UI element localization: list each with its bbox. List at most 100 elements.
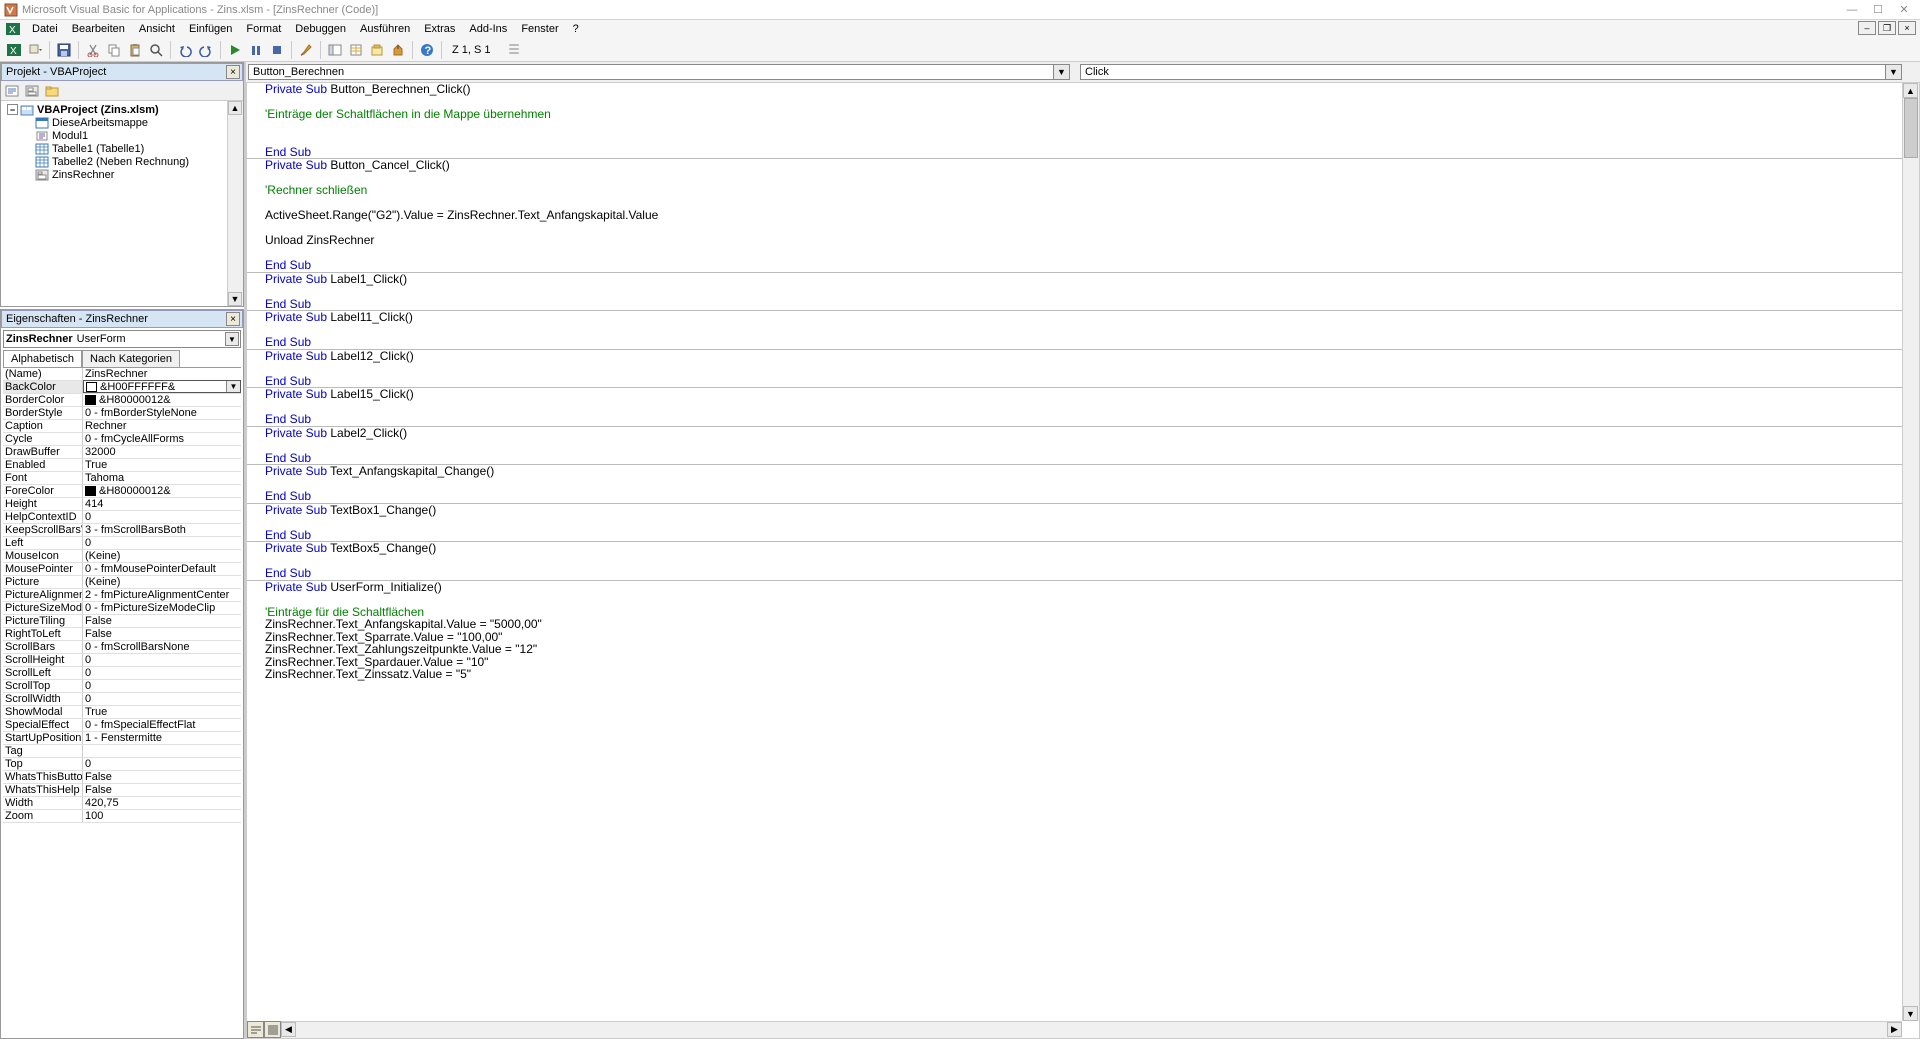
code-line[interactable]: Private Sub UserForm_Initialize()	[247, 581, 1902, 594]
scroll-up-icon[interactable]: ▲	[228, 101, 242, 115]
tree-item[interactable]: DieseArbeitsmappe	[3, 116, 243, 129]
code-line[interactable]: Unload ZinsRechner	[247, 234, 1902, 247]
code-line[interactable]	[247, 439, 1902, 452]
code-line[interactable]	[247, 362, 1902, 375]
property-row[interactable]: DrawBuffer32000	[3, 446, 241, 459]
tree-item[interactable]: Tabelle2 (Neben Rechnung)	[3, 155, 243, 168]
property-row[interactable]: WhatsThisButtonFalse	[3, 771, 241, 784]
code-line[interactable]: ZinsRechner.Text_Spardauer.Value = "10"	[247, 656, 1902, 669]
property-row[interactable]: MousePointer0 - fmMousePointerDefault	[3, 563, 241, 576]
tree-item[interactable]: Modul1	[3, 129, 243, 142]
properties-object-combo[interactable]: ZinsRechner UserForm ▼	[3, 330, 241, 348]
code-line[interactable]: Private Sub Label11_Click()	[247, 311, 1902, 324]
code-line[interactable]: End Sub	[247, 490, 1902, 503]
property-value[interactable]: 3 - fmScrollBarsBoth	[83, 524, 241, 536]
code-line[interactable]: End Sub	[247, 452, 1902, 465]
scroll-thumb[interactable]	[1904, 98, 1918, 158]
code-line[interactable]	[247, 324, 1902, 337]
code-line[interactable]: Private Sub Button_Cancel_Click()	[247, 159, 1902, 172]
property-value[interactable]: False	[83, 615, 241, 627]
excel-icon[interactable]: X	[4, 21, 22, 37]
code-line[interactable]	[247, 478, 1902, 491]
chevron-down-icon[interactable]: ▼	[1885, 65, 1901, 79]
procedure-view-button[interactable]	[247, 1021, 264, 1038]
code-line[interactable]	[247, 593, 1902, 606]
code-line[interactable]: ZinsRechner.Text_Zahlungszeitpunkte.Valu…	[247, 643, 1902, 656]
property-row[interactable]: Top0	[3, 758, 241, 771]
menu-fenster[interactable]: Fenster	[514, 21, 565, 37]
property-row[interactable]: Height414	[3, 498, 241, 511]
property-value[interactable]: &H00FFFFFF&▼	[83, 380, 241, 393]
property-row[interactable]: Cycle0 - fmCycleAllForms	[3, 433, 241, 446]
menu-ausfuehren[interactable]: Ausführen	[353, 21, 417, 37]
menu-einfuegen[interactable]: Einfügen	[182, 21, 239, 37]
property-value[interactable]: ZinsRechner	[83, 368, 241, 380]
property-row[interactable]: ScrollTop0	[3, 680, 241, 693]
code-line[interactable]: Private Sub Label1_Click()	[247, 273, 1902, 286]
object-browser-button[interactable]	[367, 40, 387, 60]
property-value[interactable]: Rechner	[83, 420, 241, 432]
code-editor[interactable]: Private Sub Button_Berechnen_Click() 'Ei…	[247, 83, 1902, 1021]
property-row[interactable]: BackColor&H00FFFFFF&▼	[3, 381, 241, 394]
project-scrollbar[interactable]: ▲ ▼	[227, 101, 243, 306]
property-row[interactable]: SpecialEffect0 - fmSpecialEffectFlat	[3, 719, 241, 732]
property-value[interactable]: 0 - fmScrollBarsNone	[83, 641, 241, 653]
property-row[interactable]: PictureTilingFalse	[3, 615, 241, 628]
menu-format[interactable]: Format	[239, 21, 288, 37]
code-line[interactable]	[247, 285, 1902, 298]
code-line[interactable]: Private Sub TextBox5_Change()	[247, 542, 1902, 555]
maximize-button[interactable]: ☐	[1866, 2, 1890, 18]
tab-nach-kategorien[interactable]: Nach Kategorien	[82, 350, 180, 367]
scroll-left-icon[interactable]: ◀	[281, 1022, 296, 1037]
property-row[interactable]: Width420,75	[3, 797, 241, 810]
chevron-down-icon[interactable]: ▼	[1053, 65, 1069, 79]
project-panel-close-button[interactable]: ×	[226, 65, 240, 79]
property-value[interactable]: 0	[83, 758, 241, 770]
project-panel-title[interactable]: Projekt - VBAProject ×	[1, 63, 243, 81]
property-value[interactable]: 0 - fmPictureSizeModeClip	[83, 602, 241, 614]
property-row[interactable]: PictureSizeMode0 - fmPictureSizeModeClip	[3, 602, 241, 615]
toggle-folders-button[interactable]	[43, 82, 61, 100]
property-row[interactable]: MouseIcon(Keine)	[3, 550, 241, 563]
property-value[interactable]: 0 - fmBorderStyleNone	[83, 407, 241, 419]
view-excel-button[interactable]: X	[4, 40, 24, 60]
close-button[interactable]: ✕	[1892, 2, 1916, 18]
find-button[interactable]	[146, 40, 166, 60]
property-value[interactable]: 0	[83, 667, 241, 679]
view-object-button[interactable]	[23, 82, 41, 100]
full-module-view-button[interactable]	[264, 1021, 281, 1038]
code-line[interactable]	[247, 121, 1902, 134]
save-button[interactable]	[54, 40, 74, 60]
project-tree[interactable]: − VBAProject (Zins.xlsm) DieseArbeitsmap…	[1, 101, 243, 306]
code-line[interactable]	[247, 401, 1902, 414]
property-value[interactable]: 1 - Fenstermitte	[83, 732, 241, 744]
property-row[interactable]: Zoom100	[3, 810, 241, 823]
property-row[interactable]: Tag	[3, 745, 241, 758]
property-value[interactable]: (Keine)	[83, 550, 241, 562]
properties-grid[interactable]: (Name)ZinsRechnerBackColor&H00FFFFFF&▼Bo…	[3, 367, 241, 1036]
code-line[interactable]: ZinsRechner.Text_Anfangskapital.Value = …	[247, 618, 1902, 631]
property-row[interactable]: Left0	[3, 537, 241, 550]
tab-alphabetisch[interactable]: Alphabetisch	[3, 350, 82, 367]
design-mode-button[interactable]	[296, 40, 316, 60]
code-line[interactable]: Private Sub Text_Anfangskapital_Change()	[247, 465, 1902, 478]
menu-debuggen[interactable]: Debuggen	[288, 21, 353, 37]
property-value[interactable]: 0	[83, 511, 241, 523]
undo-button[interactable]	[175, 40, 195, 60]
code-line[interactable]: Private Sub TextBox1_Change()	[247, 504, 1902, 517]
code-line[interactable]: End Sub	[247, 529, 1902, 542]
property-row[interactable]: StartUpPosition1 - Fenstermitte	[3, 732, 241, 745]
property-value[interactable]: 414	[83, 498, 241, 510]
property-row[interactable]: BorderStyle0 - fmBorderStyleNone	[3, 407, 241, 420]
property-value[interactable]: 0 - fmMousePointerDefault	[83, 563, 241, 575]
code-line[interactable]: End Sub	[247, 375, 1902, 388]
code-line[interactable]: Private Sub Label2_Click()	[247, 427, 1902, 440]
code-line[interactable]: End Sub	[247, 413, 1902, 426]
property-value[interactable]: 0 - fmCycleAllForms	[83, 433, 241, 445]
property-row[interactable]: HelpContextID0	[3, 511, 241, 524]
code-line[interactable]: ZinsRechner.Text_Zinssatz.Value = "5"	[247, 668, 1902, 681]
property-row[interactable]: ForeColor&H80000012&	[3, 485, 241, 498]
property-value[interactable]: (Keine)	[83, 576, 241, 588]
scroll-down-icon[interactable]: ▼	[228, 292, 242, 306]
property-value[interactable]: 100	[83, 810, 241, 822]
